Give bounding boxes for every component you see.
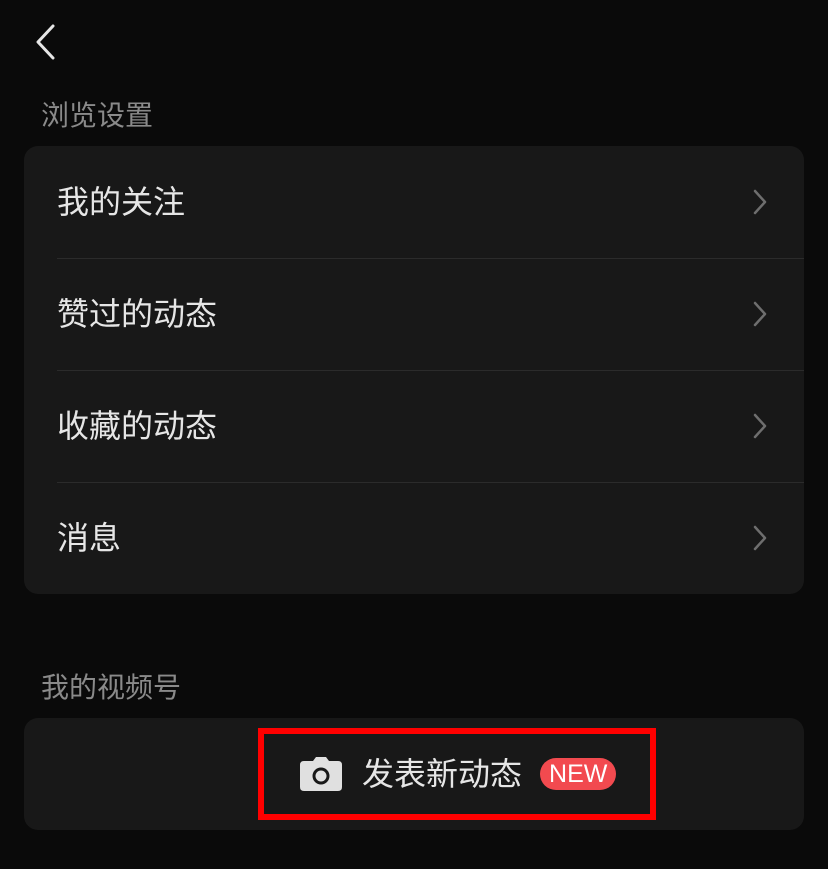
menu-item-liked-posts[interactable]: 赞过的动态 (24, 258, 804, 370)
chevron-right-icon (750, 523, 770, 553)
menu-item-saved-posts[interactable]: 收藏的动态 (24, 370, 804, 482)
menu-item-messages[interactable]: 消息 (24, 482, 804, 594)
menu-item-label: 收藏的动态 (57, 407, 218, 445)
post-new-moment-button[interactable]: 发表新动态 NEW (258, 728, 656, 820)
menu-item-label: 我的关注 (57, 183, 186, 221)
browse-settings-card: 我的关注 赞过的动态 收藏的动态 消息 (24, 146, 804, 594)
menu-item-label: 消息 (57, 519, 122, 557)
camera-icon (300, 757, 342, 791)
browse-settings-title: 浏览设置 (41, 99, 154, 132)
my-channel-title: 我的视频号 (41, 671, 182, 704)
menu-item-label: 赞过的动态 (57, 295, 218, 333)
chevron-left-icon (36, 24, 55, 60)
post-new-moment-label: 发表新动态 (362, 755, 523, 793)
settings-screen: 浏览设置 我的关注 赞过的动态 收藏的动态 消息 我的视频号 发表新动态 NEW (0, 0, 828, 869)
chevron-right-icon (750, 411, 770, 441)
menu-item-following[interactable]: 我的关注 (24, 146, 804, 258)
chevron-right-icon (750, 187, 770, 217)
chevron-right-icon (750, 299, 770, 329)
back-button[interactable] (26, 22, 66, 62)
my-channel-card: 发表新动态 NEW (24, 718, 804, 830)
new-badge: NEW (540, 758, 617, 790)
